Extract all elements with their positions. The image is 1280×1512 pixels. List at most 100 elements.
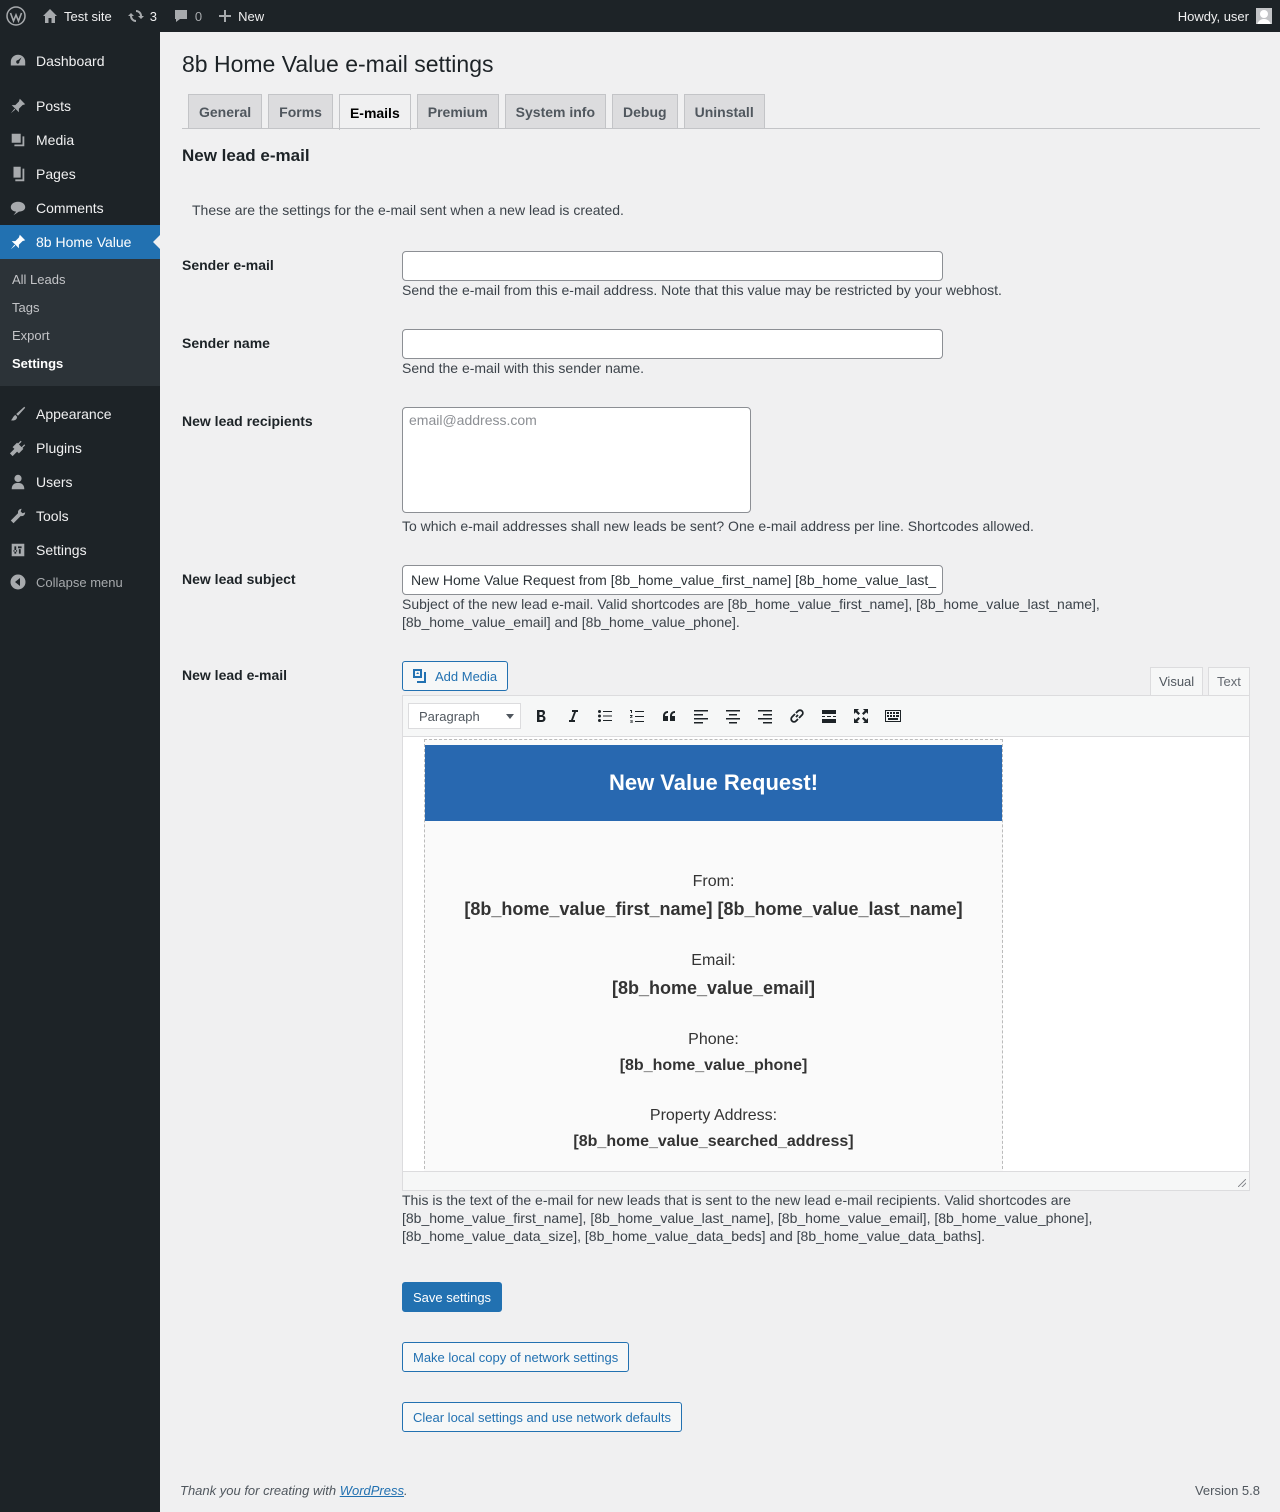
- dashboard-icon: [0, 52, 36, 70]
- blockquote-icon[interactable]: [653, 702, 685, 730]
- sidebar-item-plugins[interactable]: Plugins: [0, 431, 160, 465]
- comment-icon: [0, 199, 36, 217]
- bullet-list-icon[interactable]: [589, 702, 621, 730]
- sidebar-item-users[interactable]: Users: [0, 465, 160, 499]
- editor-tab-text[interactable]: Text: [1208, 667, 1250, 696]
- updates-count: 3: [149, 8, 157, 24]
- home-icon: [42, 8, 58, 24]
- sidebar-item-label: Comments: [36, 200, 104, 216]
- format-select[interactable]: Paragraph: [408, 703, 521, 729]
- sender-email-help: Send the e-mail from this e-mail address…: [402, 282, 1002, 298]
- email-body-help-line-1: This is the text of the e-mail for new l…: [402, 1192, 1071, 1208]
- tab-forms[interactable]: Forms: [268, 94, 333, 129]
- new-label: New: [238, 8, 265, 24]
- sidebar-item-tools[interactable]: Tools: [0, 499, 160, 533]
- submenu-item-tags[interactable]: Tags: [12, 300, 39, 315]
- wrench-icon: [0, 507, 36, 525]
- sidebar-item-media[interactable]: Media: [0, 123, 160, 157]
- plus-icon: [218, 9, 232, 23]
- collapse-menu-button[interactable]: Collapse menu: [0, 570, 160, 594]
- footer-version: Version 5.8: [1194, 1483, 1260, 1498]
- pin-icon: [0, 97, 36, 115]
- add-media-icon: [413, 669, 426, 683]
- sidebar-item-label: Tools: [36, 508, 69, 524]
- recipients-help: To which e-mail addresses shall new lead…: [402, 518, 1034, 534]
- section-title: New lead e-mail: [182, 146, 310, 165]
- numbered-list-icon[interactable]: [621, 702, 653, 730]
- sender-email-label: Sender e-mail: [182, 257, 274, 273]
- sidebar-item-label: 8b Home Value: [36, 234, 132, 250]
- comments-link[interactable]: 0: [165, 0, 210, 32]
- sender-name-field[interactable]: [402, 329, 943, 359]
- sidebar-item-settings[interactable]: Settings: [0, 533, 160, 567]
- collapse-label: Collapse menu: [36, 574, 123, 590]
- tab-system-info[interactable]: System info: [504, 94, 607, 129]
- bold-icon[interactable]: [525, 702, 557, 730]
- new-content-link[interactable]: New: [210, 0, 272, 32]
- resize-handle-icon[interactable]: [1238, 1179, 1246, 1187]
- site-name-link[interactable]: Test site: [34, 0, 120, 32]
- user-icon: [0, 473, 36, 491]
- sidebar-item-8b-home-value[interactable]: 8b Home Value: [0, 225, 160, 259]
- italic-icon[interactable]: [557, 702, 589, 730]
- align-center-icon[interactable]: [717, 702, 749, 730]
- sidebar-item-dashboard[interactable]: Dashboard: [0, 44, 160, 78]
- media-icon: [0, 131, 36, 149]
- tab-uninstall[interactable]: Uninstall: [683, 94, 765, 129]
- clear-local-settings-button[interactable]: Clear local settings and use network def…: [402, 1402, 682, 1432]
- email-label: Email:: [691, 952, 736, 969]
- updates-icon: [127, 8, 144, 24]
- read-more-icon[interactable]: [813, 702, 845, 730]
- tab-debug[interactable]: Debug: [612, 94, 678, 129]
- wordpress-logo-icon[interactable]: [0, 0, 34, 32]
- toolbar-toggle-icon[interactable]: [877, 702, 909, 730]
- tab-divider: [182, 128, 1260, 129]
- link-icon[interactable]: [781, 702, 813, 730]
- admin-bar: Test site 3 0 New Howdy, user: [0, 0, 1280, 32]
- section-description: These are the settings for the e-mail se…: [192, 202, 624, 218]
- tab-general[interactable]: General: [188, 94, 263, 129]
- make-local-copy-button[interactable]: Make local copy of network settings: [402, 1342, 630, 1372]
- tab-premium[interactable]: Premium: [416, 94, 499, 129]
- settings-icon: [0, 541, 36, 559]
- sidebar-item-label: Plugins: [36, 440, 82, 456]
- sidebar-item-posts[interactable]: Posts: [0, 89, 160, 123]
- phone-value: [8b_home_value_phone]: [619, 1057, 808, 1074]
- sidebar-item-label: Settings: [36, 542, 87, 558]
- editor-toolbar: Paragraph: [402, 695, 1250, 737]
- brush-icon: [0, 405, 36, 423]
- footer-thanks: Thank you for creating with WordPress.: [180, 1483, 408, 1498]
- recipients-textarea[interactable]: email@address.com: [402, 407, 751, 513]
- phone-label: Phone:: [688, 1031, 739, 1048]
- pages-icon: [0, 165, 36, 183]
- sidebar-item-label: Users: [36, 474, 73, 490]
- avatar: [1256, 8, 1272, 24]
- editor-tab-visual[interactable]: Visual: [1150, 667, 1204, 696]
- wordpress-link[interactable]: WordPress: [340, 1483, 404, 1498]
- save-settings-button[interactable]: Save settings: [402, 1282, 503, 1312]
- editor-content-area[interactable]: New Value Request! From: [8b_home_value_…: [402, 737, 1250, 1191]
- submenu-item-all-leads[interactable]: All Leads: [12, 272, 65, 287]
- email-body-label: New lead e-mail: [182, 667, 288, 683]
- align-right-icon[interactable]: [749, 702, 781, 730]
- my-account-link[interactable]: Howdy, user: [1178, 8, 1280, 24]
- fullscreen-icon[interactable]: [845, 702, 877, 730]
- address-label: Property Address:: [649, 1107, 778, 1124]
- add-media-button[interactable]: Add Media: [402, 661, 509, 691]
- sidebar-item-pages[interactable]: Pages: [0, 157, 160, 191]
- tab-emails[interactable]: E-mails: [338, 94, 411, 130]
- sidebar-item-appearance[interactable]: Appearance: [0, 397, 160, 431]
- settings-tabs: General Forms E-mails Premium System inf…: [188, 94, 771, 130]
- align-left-icon[interactable]: [685, 702, 717, 730]
- subject-field[interactable]: New Home Value Request from [8b_home_val…: [402, 565, 943, 595]
- editor-statusbar: [402, 1171, 1250, 1191]
- sidebar-item-comments[interactable]: Comments: [0, 191, 160, 225]
- subject-help-line-2: [8b_home_value_email] and [8b_home_value…: [402, 614, 740, 630]
- submenu-item-export[interactable]: Export: [12, 328, 50, 343]
- updates-link[interactable]: 3: [120, 0, 165, 32]
- submenu-item-settings[interactable]: Settings: [12, 356, 63, 371]
- sender-email-field[interactable]: [402, 251, 943, 281]
- subject-label: New lead subject: [182, 571, 296, 587]
- email-template-box: New Value Request! From: [8b_home_value_…: [424, 739, 1003, 1179]
- admin-sidebar: Dashboard Posts Media Pages Comments 8b …: [0, 32, 160, 1512]
